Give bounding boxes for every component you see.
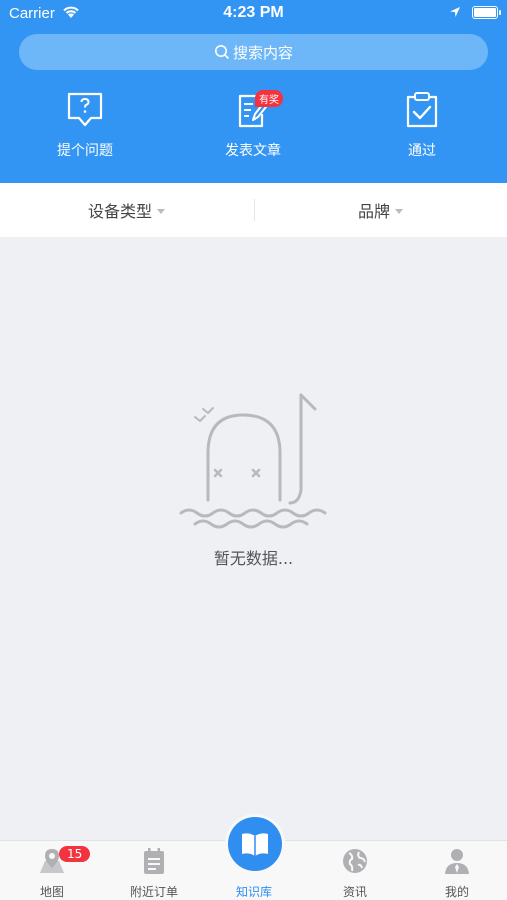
tab-nearby-orders[interactable]: 附近订单 (104, 841, 204, 900)
brand-label: 品牌 (357, 202, 390, 221)
reward-badge: 有奖 (255, 90, 283, 107)
clipboard-check-icon (406, 92, 438, 128)
tab-mine-label: 我的 (444, 885, 469, 899)
tab-news[interactable]: 资讯 (305, 841, 405, 900)
user-icon (445, 849, 469, 874)
tab-mine[interactable]: 我的 (407, 841, 507, 900)
battery-icon (472, 6, 501, 19)
order-list-icon (144, 848, 164, 874)
status-bar: Carrier 4:23 PM (0, 0, 507, 28)
tab-knowledge-base[interactable]: 知识库 (204, 817, 304, 900)
knowledge-base-center-button[interactable] (228, 817, 282, 871)
caret-down-icon (395, 208, 403, 214)
quick-actions: 提个问题 有奖 发表文章 通过 (0, 90, 507, 170)
empty-ghost-icon (179, 393, 327, 529)
tab-map[interactable]: 15 地图 (2, 841, 102, 900)
search-placeholder: 搜索内容 (232, 43, 293, 62)
search-bar[interactable]: 搜索内容 (19, 34, 488, 70)
ask-question-label: 提个问题 (57, 143, 113, 159)
caret-down-icon (157, 208, 165, 214)
tab-news-label: 资讯 (342, 885, 367, 899)
search-icon (214, 45, 230, 60)
tab-nearby-orders-label: 附近订单 (129, 885, 178, 899)
location-arrow-icon (450, 7, 460, 17)
tab-knowledge-base-label: 知识库 (235, 885, 272, 899)
globe-icon (343, 849, 367, 873)
status-time: 4:23 PM (223, 4, 284, 21)
filter-bar: 设备类型 品牌 (0, 183, 507, 237)
device-type-label: 设备类型 (87, 202, 152, 221)
publish-article-label: 发表文章 (225, 143, 281, 159)
publish-article-button[interactable]: 有奖 发表文章 (193, 90, 313, 160)
header: Carrier 4:23 PM 搜索内容 提个问题 有奖 发表文章 通过 (0, 0, 507, 183)
question-bubble-icon (67, 92, 103, 127)
tab-map-label: 地图 (39, 885, 64, 899)
ask-question-button[interactable]: 提个问题 (25, 90, 145, 160)
brand-filter[interactable]: 品牌 (254, 183, 507, 237)
tab-bar: 15 地图 附近订单 知识库 资讯 我的 (0, 817, 507, 900)
book-icon (242, 833, 268, 856)
empty-state-text: 暂无数据... (213, 549, 294, 568)
approved-button[interactable]: 通过 (362, 90, 482, 160)
map-count-badge: 15 (59, 846, 91, 862)
device-type-filter[interactable]: 设备类型 (0, 183, 253, 237)
approved-label: 通过 (408, 143, 436, 159)
